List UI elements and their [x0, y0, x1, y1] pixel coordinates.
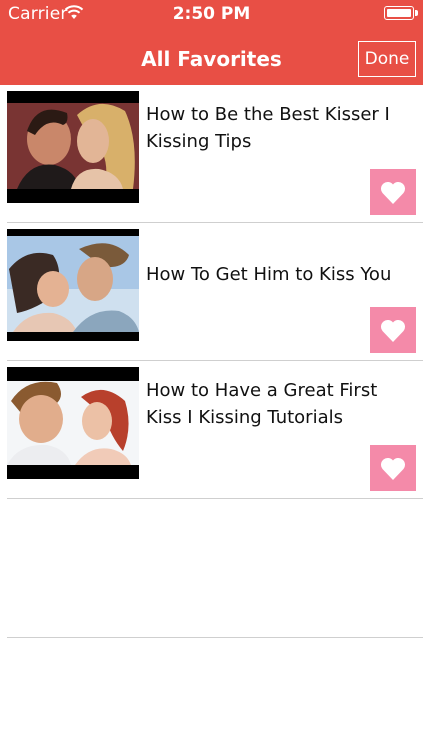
- status-bar: Carrier 2:50 PM: [0, 0, 423, 30]
- battery-tip: [415, 10, 418, 16]
- unfavorite-button[interactable]: [370, 307, 416, 353]
- heart-icon: [380, 457, 406, 480]
- heart-icon: [380, 319, 406, 342]
- video-thumbnail[interactable]: [7, 367, 139, 479]
- favorite-row[interactable]: How to Be the Best Kisser I Kissing Tips: [7, 85, 423, 223]
- app-header: Carrier 2:50 PM All Favorites Done: [0, 0, 423, 85]
- app-screen: Carrier 2:50 PM All Favorites Done How t…: [0, 0, 423, 750]
- heart-icon: [380, 181, 406, 204]
- unfavorite-button[interactable]: [370, 445, 416, 491]
- favorite-row[interactable]: How To Get Him to Kiss You: [7, 223, 423, 361]
- battery-icon: [384, 6, 414, 20]
- favorite-title[interactable]: How to Be the Best Kisser I Kissing Tips: [146, 101, 413, 155]
- favorite-title[interactable]: How to Have a Great First Kiss I Kissing…: [146, 377, 413, 431]
- status-time: 2:50 PM: [172, 4, 251, 24]
- video-thumbnail[interactable]: [7, 229, 139, 341]
- favorite-row[interactable]: How to Have a Great First Kiss I Kissing…: [7, 361, 423, 499]
- done-button[interactable]: Done: [358, 41, 416, 77]
- favorite-title[interactable]: How To Get Him to Kiss You: [146, 261, 413, 288]
- video-thumbnail[interactable]: [7, 91, 139, 203]
- unfavorite-button[interactable]: [370, 169, 416, 215]
- empty-row: [7, 499, 423, 638]
- favorites-list: How to Be the Best Kisser I Kissing Tips: [0, 85, 423, 638]
